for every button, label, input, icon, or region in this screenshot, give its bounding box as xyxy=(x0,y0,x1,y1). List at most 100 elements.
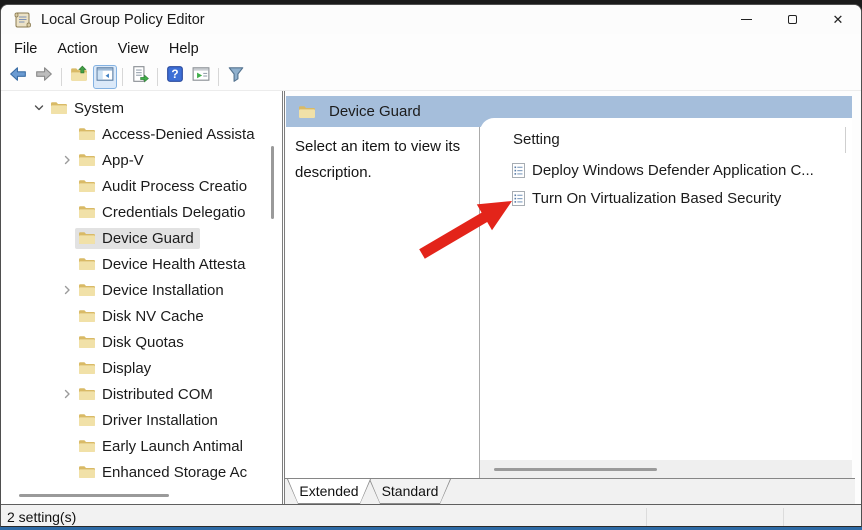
tab-extended[interactable]: Extended xyxy=(287,479,371,504)
forward-button[interactable] xyxy=(32,65,56,89)
show-window-button[interactable] xyxy=(189,65,213,89)
tree-item-device-health-attesta[interactable]: Device Health Attesta xyxy=(75,254,251,275)
tree-item-credentials-delegatio[interactable]: Credentials Delegatio xyxy=(75,202,251,223)
view-tab-strip: Extended Standard xyxy=(285,478,855,504)
chevron-right-icon[interactable] xyxy=(59,386,75,402)
up-folder-icon xyxy=(70,65,88,88)
tree-item-label: App-V xyxy=(102,152,144,169)
tree-item-device-installation[interactable]: Device Installation xyxy=(75,280,230,301)
tree-item-label: Credentials Delegatio xyxy=(102,204,245,221)
tree-item-label: Disk NV Cache xyxy=(102,308,204,325)
list-horizontal-scrollbar-track xyxy=(480,460,852,478)
tree-item-driver-installation[interactable]: Driver Installation xyxy=(75,410,224,431)
tree-item-enhanced-storage-ac[interactable]: Enhanced Storage Ac xyxy=(75,462,253,483)
menu-view[interactable]: View xyxy=(108,38,159,60)
setting-item-label: Deploy Windows Defender Application C... xyxy=(532,162,814,179)
filter-icon xyxy=(227,65,245,88)
tree-item-label: Display xyxy=(102,360,151,377)
menu-help[interactable]: Help xyxy=(159,38,209,60)
tree-row: Driver Installation xyxy=(1,407,282,433)
setting-column-header[interactable]: Setting xyxy=(513,131,560,148)
chevron-placeholder xyxy=(59,464,75,480)
tree-item-label: Enhanced Storage Ac xyxy=(102,464,247,481)
chevron-right-icon[interactable] xyxy=(59,282,75,298)
tree-view: System Access-Denied Assista App-V Audit Pr… xyxy=(1,95,282,485)
chevron-placeholder xyxy=(59,360,75,376)
maximize-button[interactable] xyxy=(769,5,815,34)
tab-standard[interactable]: Standard xyxy=(369,479,451,504)
toolbar-separator xyxy=(218,68,219,86)
tree-row: Early Launch Antimal xyxy=(1,433,282,459)
tree-item-system[interactable]: System xyxy=(47,98,130,119)
up-one-level-button[interactable] xyxy=(67,65,91,89)
folder-icon xyxy=(78,335,96,349)
folder-icon xyxy=(78,309,96,323)
tree-row: Access-Denied Assista xyxy=(1,121,282,147)
svg-text:?: ? xyxy=(171,67,178,81)
folder-icon xyxy=(78,127,96,141)
tree-vertical-scrollbar[interactable] xyxy=(271,146,274,219)
description-text: Select an item to view its description. xyxy=(295,134,475,186)
folder-icon xyxy=(78,413,96,427)
show-hide-console-tree-button[interactable] xyxy=(93,65,117,89)
folder-icon xyxy=(78,387,96,401)
tree-horizontal-scrollbar[interactable] xyxy=(19,494,169,497)
details-pane: Device Guard Select an item to view its … xyxy=(284,91,855,504)
setting-item-turn-on-virtualization-based-security[interactable]: Turn On Virtualization Based Security xyxy=(480,184,852,212)
chevron-placeholder xyxy=(59,308,75,324)
console-tree-icon xyxy=(96,65,114,88)
help-icon: ? xyxy=(166,65,184,88)
chevron-placeholder xyxy=(59,334,75,350)
tree-row: Distributed COM xyxy=(1,381,282,407)
chevron-placeholder xyxy=(59,126,75,142)
toolbar-separator xyxy=(61,68,62,86)
help-button[interactable]: ? xyxy=(163,65,187,89)
folder-icon xyxy=(78,205,96,219)
chevron-right-icon[interactable] xyxy=(59,152,75,168)
filter-button[interactable] xyxy=(224,65,248,89)
tree-row: Disk Quotas xyxy=(1,329,282,355)
status-bar: 2 setting(s) xyxy=(1,504,861,527)
folder-icon xyxy=(78,153,96,167)
title-bar: Local Group Policy Editor ✕ xyxy=(1,5,861,34)
tree-item-access-denied-assista[interactable]: Access-Denied Assista xyxy=(75,124,261,145)
settings-list-panel: Setting Deploy Windows Defender Applicat… xyxy=(480,118,852,478)
tree-row: Credentials Delegatio xyxy=(1,199,282,225)
tree-item-label: Audit Process Creatio xyxy=(102,178,247,195)
tree-item-label: Device Installation xyxy=(102,282,224,299)
folder-icon xyxy=(50,101,68,115)
close-button[interactable]: ✕ xyxy=(815,5,861,34)
back-button[interactable] xyxy=(6,65,30,89)
tab-standard-label: Standard xyxy=(370,479,450,503)
menu-action[interactable]: Action xyxy=(47,38,107,60)
folder-icon xyxy=(78,231,96,245)
tree-row: System xyxy=(1,95,282,121)
minimize-button[interactable] xyxy=(723,5,769,34)
tree-item-audit-process-creatio[interactable]: Audit Process Creatio xyxy=(75,176,253,197)
export-list-button[interactable] xyxy=(128,65,152,89)
tree-item-display[interactable]: Display xyxy=(75,358,157,379)
tree-row: Enhanced Storage Ac xyxy=(1,459,282,485)
tree-row: Device Health Attesta xyxy=(1,251,282,277)
chevron-down-icon[interactable] xyxy=(31,100,47,116)
console-tree-pane: System Access-Denied Assista App-V Audit Pr… xyxy=(1,91,283,504)
tree-item-early-launch-antimal[interactable]: Early Launch Antimal xyxy=(75,436,249,457)
red-arrow-annotation xyxy=(412,191,532,269)
menu-file[interactable]: File xyxy=(4,38,47,60)
window-title: Local Group Policy Editor xyxy=(41,12,205,28)
tree-item-distributed-com[interactable]: Distributed COM xyxy=(75,384,219,405)
setting-item-deploy-windows-defender-application-c[interactable]: Deploy Windows Defender Application C... xyxy=(480,156,852,184)
back-arrow-icon xyxy=(9,65,27,88)
column-divider[interactable] xyxy=(845,127,846,153)
tree-item-disk-nv-cache[interactable]: Disk NV Cache xyxy=(75,306,210,327)
tree-item-device-guard[interactable]: Device Guard xyxy=(75,228,200,249)
tree-item-app-v[interactable]: App-V xyxy=(75,150,150,171)
toolbar-separator xyxy=(122,68,123,86)
tree-row: Device Installation xyxy=(1,277,282,303)
tree-item-disk-quotas[interactable]: Disk Quotas xyxy=(75,332,190,353)
chevron-placeholder xyxy=(59,256,75,272)
tree-row: Audit Process Creatio xyxy=(1,173,282,199)
tree-row: Device Guard xyxy=(1,225,282,251)
toolbar-separator xyxy=(157,68,158,86)
list-horizontal-scrollbar[interactable] xyxy=(494,468,657,471)
